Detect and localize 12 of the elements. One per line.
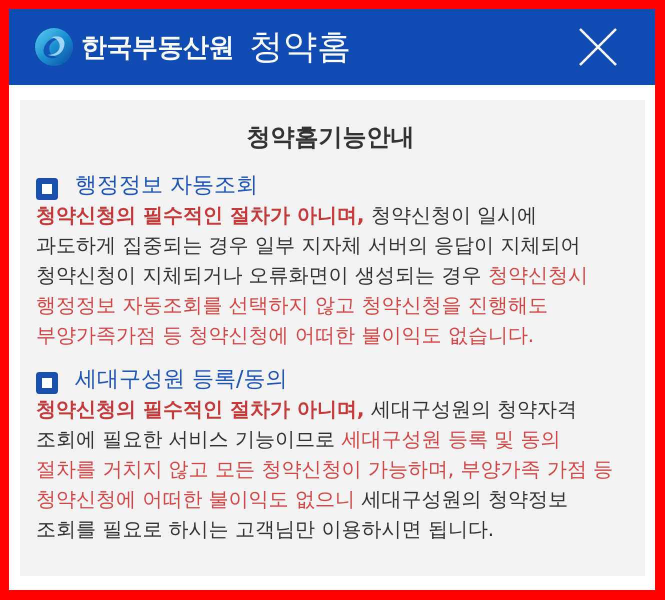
section-heading: 세대구성원 등록/동의 bbox=[75, 366, 288, 394]
section-heading: 행정정보 자동조회 bbox=[75, 172, 258, 200]
section-description: 청약신청의 필수적인 절차가 아니며, 청약신청이 일시에 과도하게 집중되는 경우 일부 지자체 서버의 응답이 지체되어 청약신청이 지체되거나 오류화면이 생성되는 경우 청약신청시 행정정보 자동조회를 선택하지 않고 청약신청을 진행해도 부양가족가점 등 청약신청에 어떠한 불이익도 없습니다. bbox=[36, 202, 589, 349]
swirl-logo-icon bbox=[35, 28, 73, 66]
logo-text: 한국부동산원 bbox=[81, 32, 234, 64]
panel-title: 청약홈기능안내 bbox=[246, 122, 416, 153]
square-bullet-icon bbox=[36, 178, 58, 200]
close-icon bbox=[579, 28, 617, 66]
app-title: 청약홈 bbox=[249, 26, 351, 69]
square-bullet-icon bbox=[36, 372, 58, 394]
section-description: 청약신청의 필수적인 절차가 아니며, 세대구성원의 청약자격 조회에 필요한 서비스 기능이므로 세대구성원 등록 및 동의 절차를 거치지 않고 모든 청약신청이 가능하며, 부양가족 가점 등 청약신청에 어떠한 불이익도 없으니 세대구성원의 청약정보 조회를 필요로 하시는 고객님만 이용하시면 됩니다. bbox=[36, 396, 614, 543]
close-button[interactable] bbox=[579, 28, 617, 66]
